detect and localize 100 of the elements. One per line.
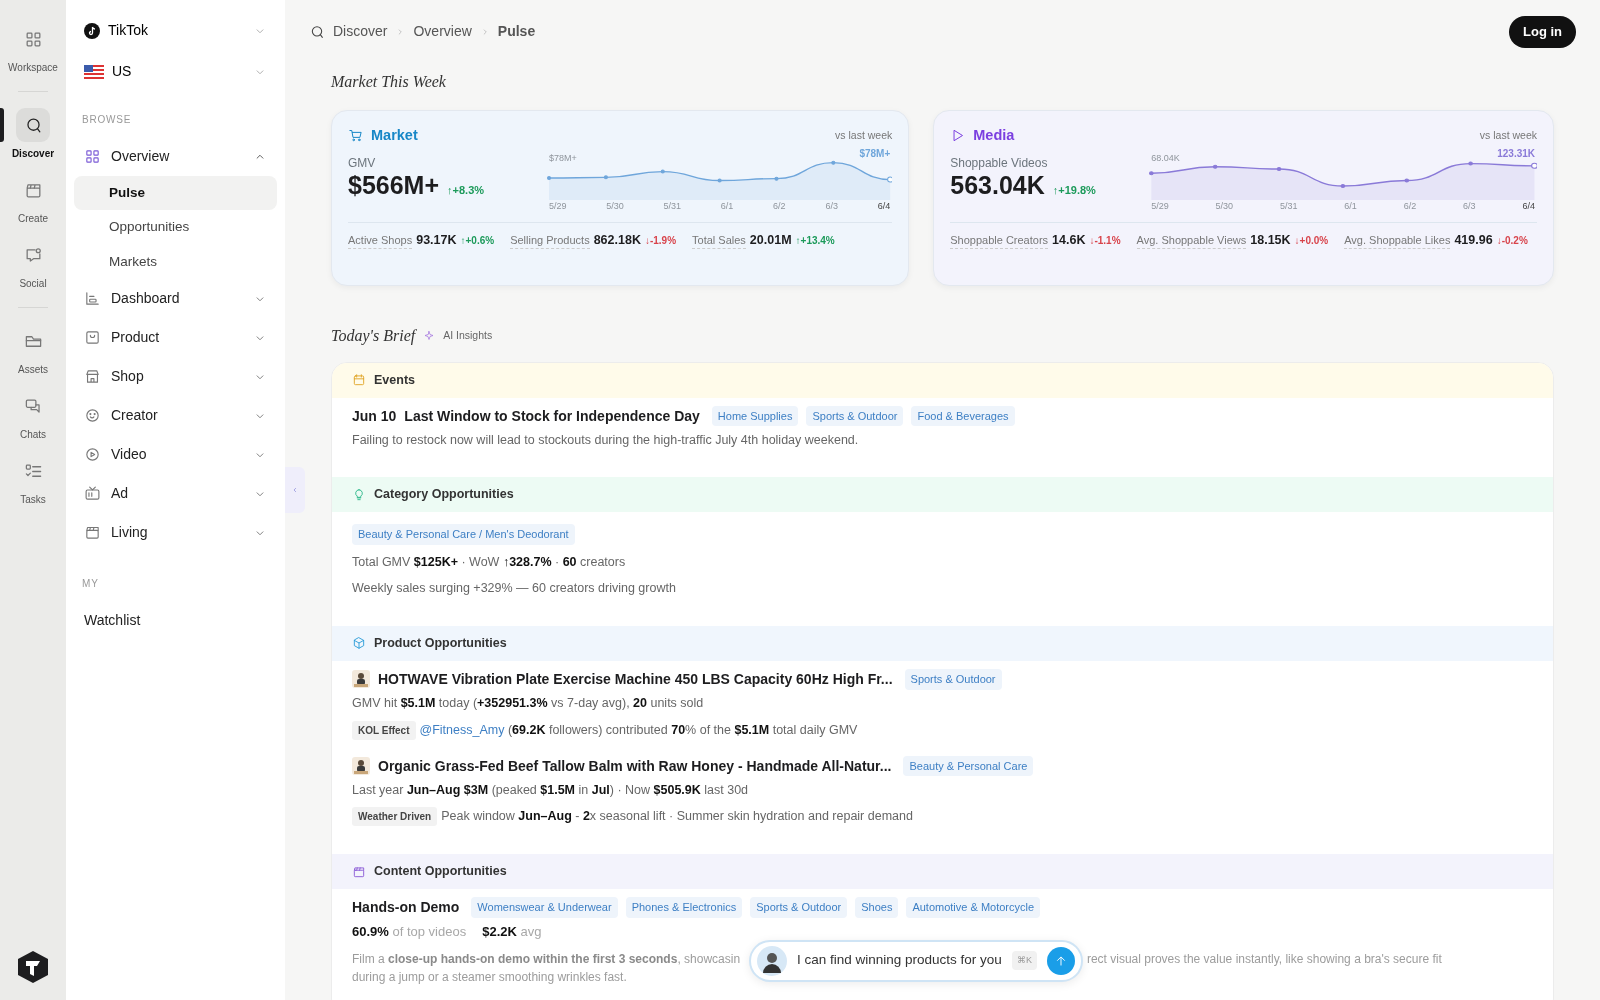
stat-text: 60.9% of top videos (352, 923, 467, 941)
description: GMV hit $5.1M today (+352951.3% vs 7-day avg), 20 units sold (352, 694, 704, 712)
sparkle-icon (423, 329, 436, 342)
date-label: 6/1 (1344, 200, 1357, 214)
category-tag[interactable]: Home Supplies (711, 405, 799, 427)
category-tag[interactable]: Phones & Electronics (625, 897, 743, 918)
description: Last year Jun–Aug $3M (peaked $1.5M in Jul) · Now $505.9K last 30d (352, 781, 749, 799)
flag-icon (84, 64, 104, 79)
metric-value: 563.04K (950, 172, 1045, 200)
description: Peak window Jun–Aug - 2x seasonal lift · Summer skin hydration and repair demand (441, 808, 913, 826)
description: Failing to restock now will lead to stockouts during the high-traffic July 4th holiday weekend. (352, 431, 859, 449)
date-label: 6/4 (1522, 200, 1535, 214)
sidebar-subitem[interactable]: Markets (74, 244, 277, 279)
date-label: 6/3 (1463, 200, 1476, 214)
ai-insights-label: AI Insights (443, 327, 493, 343)
smiley-icon (84, 406, 101, 424)
section-title: Today's Brief (331, 325, 416, 347)
comparison-note: vs last week (1479, 127, 1537, 143)
stat-label: Avg. Shoppable Likes (1344, 231, 1451, 250)
category-tag[interactable]: Beauty & Personal Care (903, 755, 1034, 777)
category-tag[interactable]: Beauty & Personal Care / Men's Deodorant (352, 524, 575, 545)
sidebar-item[interactable]: Watchlist (74, 600, 277, 640)
category-tag[interactable]: Shoes (855, 897, 899, 918)
change-value: ↓-1.1% (1089, 233, 1121, 248)
chat-placeholder: I can find winning products for you (797, 951, 1002, 970)
breadcrumb-link[interactable]: Overview (413, 21, 472, 43)
sidebar-item[interactable]: Creator (74, 395, 277, 435)
category-tag[interactable]: Sports & Outdoor (904, 669, 1002, 690)
sidebar-item[interactable]: Living (74, 512, 277, 552)
change-value: ↑+8.3% (447, 183, 485, 199)
insight-label: KOL Effect (352, 720, 416, 740)
sidebar-subitem[interactable]: Opportunities (74, 210, 277, 245)
sidebar-item[interactable]: Video (74, 434, 277, 474)
stat-label: Total Sales (692, 231, 746, 250)
rail-item[interactable]: Discover (0, 102, 66, 167)
category-tag[interactable]: Womenswear & Underwear (471, 897, 618, 918)
date-label: 5/30 (1215, 200, 1234, 214)
shortcut-hint: ⌘K (1011, 950, 1037, 971)
rail-item[interactable]: Social (0, 232, 66, 297)
description: rect visual proves the value instantly, like showing a bra's secure fit (1086, 950, 1442, 968)
sidebar-item[interactable]: Shop (74, 356, 277, 396)
rail-item[interactable]: Workspace (0, 16, 66, 81)
login-button[interactable]: Log in (1509, 16, 1576, 48)
cart-icon (348, 127, 363, 143)
sidebar-item[interactable]: Product (74, 317, 277, 357)
stat-label: Selling Products (510, 231, 590, 250)
stat-label: Active Shops (348, 231, 413, 250)
category-tag[interactable]: Food & Beverages (911, 405, 1015, 427)
chart-end-label: $78M+ (859, 147, 891, 162)
stat-value: 862.18K (593, 231, 641, 249)
store-icon (84, 367, 101, 385)
date-label: 5/29 (549, 200, 567, 214)
region-select[interactable]: US (74, 55, 277, 88)
change-value: ↑+19.8% (1052, 183, 1096, 199)
breadcrumb-link[interactable]: Discover (333, 21, 388, 43)
avatar-icon (757, 945, 787, 976)
sidebar-item[interactable]: Overview (74, 137, 277, 176)
rail-item[interactable]: Create (0, 167, 66, 232)
stat-value: 14.6K (1052, 231, 1086, 249)
chart-start-label: 68.04K (1151, 152, 1180, 166)
category-tag[interactable]: Sports & Outdoor (750, 897, 848, 918)
metric-value: $566M+ (348, 172, 440, 200)
date-label: 6/2 (1403, 200, 1417, 214)
tiktok-logo-icon (84, 22, 100, 39)
date-label: 5/31 (1280, 200, 1298, 214)
section-heading: BROWSE (81, 113, 133, 127)
logo-icon (17, 950, 49, 984)
calendar-icon (352, 373, 366, 388)
rail-item[interactable]: Assets (0, 318, 66, 383)
sidebar-item[interactable]: Ad (74, 473, 277, 513)
clapperboard-icon (352, 864, 366, 879)
sidebar-item[interactable]: Dashboard (74, 278, 277, 318)
stat-value: 20.01M (749, 231, 792, 249)
platform-select[interactable]: TikTok (74, 14, 277, 47)
section-header: Events (374, 371, 415, 389)
chart-start-label: $78M+ (549, 152, 577, 166)
description: Weekly sales surging +329% — 60 creators driving growth (352, 580, 676, 598)
section-heading: MY (81, 576, 100, 591)
section-header: Product Opportunities (374, 635, 507, 652)
send-button[interactable] (1046, 946, 1075, 975)
description: Film a close-up hands-on demo within the first 3 seconds, showcasin (352, 950, 742, 968)
grid-icon (84, 148, 101, 165)
item-title: HOTWAVE Vibration Plate Exercise Machine 450 LBS Capacity 60Hz High Fr... (378, 669, 893, 689)
rail-item[interactable]: Chats (0, 383, 66, 448)
chart-end-label: 123.31K (1497, 147, 1535, 162)
description: during a jump or a steamer smoothing wrinkles fast. (352, 968, 628, 986)
rail-item[interactable]: Tasks (0, 448, 66, 513)
change-value: ↓-0.2% (1496, 233, 1528, 248)
sidebar-subitem[interactable]: Pulse (74, 176, 277, 211)
category-tag[interactable]: Sports & Outdoor (806, 405, 904, 427)
tv-icon (84, 484, 101, 502)
breadcrumb-link[interactable]: Pulse (497, 21, 536, 43)
category-tag[interactable]: Automotive & Motorcycle (906, 897, 1041, 918)
change-value: ↑+0.6% (460, 233, 495, 248)
search-icon (309, 23, 325, 40)
chat-input[interactable]: I can find winning products for you ⌘K (749, 939, 1083, 982)
metric-label: GMV (348, 155, 377, 173)
creator-link[interactable]: @Fitness_Amy (419, 722, 505, 737)
date-label: 6/1 (720, 200, 734, 214)
change-value: ↑+13.4% (795, 233, 835, 248)
